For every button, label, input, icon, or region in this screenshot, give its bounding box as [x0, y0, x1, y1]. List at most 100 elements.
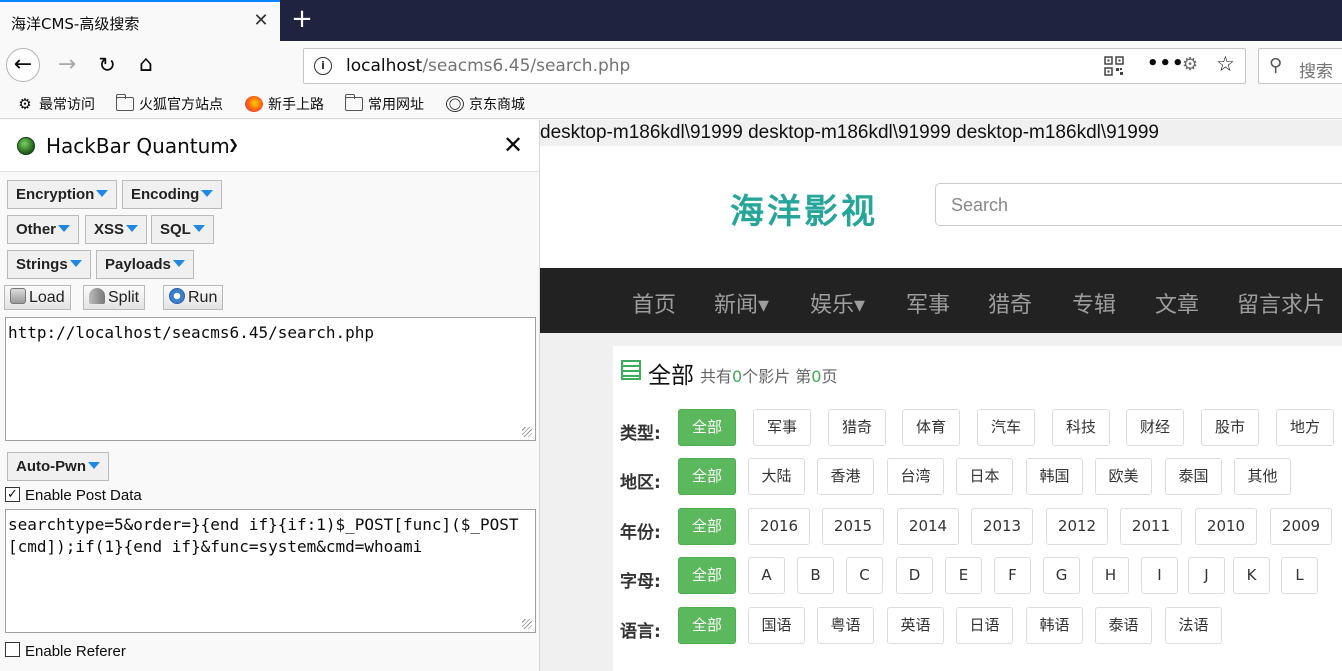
nav-military[interactable]: 军事	[906, 287, 950, 319]
hackbar-title[interactable]: HackBar Quantum	[46, 134, 230, 158]
post-data-textarea[interactable]: searchtype=5&order=}{end if}{if:1)$_POST…	[5, 509, 536, 633]
nav-entertainment[interactable]: 娱乐▾	[810, 287, 865, 319]
filter-language-option[interactable]: 国语	[748, 607, 805, 644]
qr-code-icon[interactable]	[1104, 56, 1124, 76]
nav-requests[interactable]: 留言求片	[1237, 287, 1325, 319]
browser-search-bar[interactable]: ⚲ 搜索	[1258, 48, 1342, 84]
split-button[interactable]: Split	[83, 285, 146, 310]
filter-letter-option[interactable]: F	[994, 557, 1031, 594]
filter-region-option[interactable]: 其他	[1234, 458, 1291, 495]
filter-letter-option[interactable]: D	[896, 557, 933, 594]
filter-language-option[interactable]: 泰语	[1095, 607, 1152, 644]
filter-letter-option[interactable]: L	[1281, 557, 1318, 594]
filter-region-option[interactable]: 日本	[956, 458, 1013, 495]
filter-language-option[interactable]: 法语	[1165, 607, 1222, 644]
filter-language-option[interactable]: 韩语	[1026, 607, 1083, 644]
home-button[interactable]: ⌂	[129, 48, 163, 82]
site-logo[interactable]: 海洋影视	[730, 184, 878, 233]
menu-sql[interactable]: SQL	[151, 215, 214, 244]
filter-type-option[interactable]: 科技	[1052, 409, 1110, 446]
resize-grip-icon[interactable]	[522, 427, 532, 437]
globe-icon: ◯	[446, 96, 464, 112]
menu-encryption[interactable]: Encryption	[7, 180, 118, 209]
filter-type-option[interactable]: 地方	[1276, 409, 1334, 446]
bookmark-common-sites[interactable]: 常用网址	[345, 94, 424, 114]
info-icon[interactable]: i	[314, 57, 332, 75]
filter-year-option[interactable]: 2014	[897, 508, 959, 545]
filter-type-option[interactable]: 汽车	[977, 409, 1035, 446]
filter-letter-option[interactable]: J	[1188, 557, 1225, 594]
browser-tab[interactable]: 海洋CMS-高级搜索 ✕	[0, 0, 280, 41]
filter-language-option[interactable]: 粤语	[817, 607, 874, 644]
filter-region-option[interactable]: 台湾	[887, 458, 944, 495]
bug-icon[interactable]: ⚙	[1182, 54, 1198, 75]
resize-grip-icon[interactable]	[522, 619, 532, 629]
filter-region-option[interactable]: 韩国	[1026, 458, 1083, 495]
menu-strings[interactable]: Strings	[7, 250, 91, 279]
filter-letter-option[interactable]: K	[1233, 557, 1270, 594]
filter-region-option[interactable]: 香港	[817, 458, 874, 495]
enable-referer-checkbox[interactable]	[5, 642, 20, 657]
menu-encoding[interactable]: Encoding	[122, 180, 223, 209]
filter-type-option[interactable]: 体育	[902, 409, 960, 446]
url-bar[interactable]: i localhost/seacms6.45/search.php ••• ⚙ …	[303, 48, 1246, 84]
filter-letter-option[interactable]: C	[846, 557, 883, 594]
menu-label: Auto-Pwn	[16, 458, 86, 475]
site-search-input[interactable]: Search	[935, 183, 1342, 226]
filter-year-all[interactable]: 全部	[678, 508, 736, 545]
close-tab-icon[interactable]: ✕	[248, 8, 274, 34]
bookmark-firefox-site[interactable]: 火狐官方站点	[116, 94, 223, 114]
forward-button[interactable]: →	[50, 48, 84, 82]
back-button[interactable]: ←	[6, 48, 40, 82]
filter-year-option[interactable]: 2012	[1046, 508, 1108, 545]
filter-letter-option[interactable]: A	[748, 557, 785, 594]
filter-region-option[interactable]: 泰国	[1165, 458, 1222, 495]
filter-type-option[interactable]: 猎奇	[828, 409, 886, 446]
bookmark-jd[interactable]: ◯ 京东商城	[446, 94, 525, 114]
filter-region-all[interactable]: 全部	[678, 458, 736, 495]
filter-type-option[interactable]: 财经	[1126, 409, 1184, 446]
filter-language-all[interactable]: 全部	[678, 607, 736, 644]
bookmark-star-icon[interactable]: ☆	[1216, 52, 1235, 76]
filter-region-option[interactable]: 欧美	[1095, 458, 1152, 495]
url-textarea[interactable]: http://localhost/seacms6.45/search.php	[5, 317, 536, 441]
filter-letter-option[interactable]: B	[797, 557, 834, 594]
menu-other[interactable]: Other	[7, 215, 80, 244]
filter-region-option[interactable]: 大陆	[748, 458, 805, 495]
filter-year-option[interactable]: 2016	[748, 508, 810, 545]
filter-year-option[interactable]: 2015	[822, 508, 884, 545]
url-text[interactable]: localhost/seacms6.45/search.php	[346, 56, 630, 76]
filter-letter-all[interactable]: 全部	[678, 557, 736, 594]
enable-post-checkbox[interactable]: ✓	[5, 487, 20, 502]
nav-articles[interactable]: 文章	[1155, 287, 1199, 319]
filter-letter-option[interactable]: G	[1043, 557, 1080, 594]
run-button[interactable]: Run	[163, 285, 224, 310]
filter-year-option[interactable]: 2010	[1195, 508, 1257, 545]
filter-language-option[interactable]: 日语	[956, 607, 1013, 644]
filter-type-option[interactable]: 股市	[1201, 409, 1259, 446]
chevron-down-icon[interactable]: ❯	[228, 138, 239, 153]
nav-curiosity[interactable]: 猎奇	[988, 287, 1032, 319]
reload-button[interactable]: ↻	[90, 48, 124, 82]
load-button[interactable]: Load	[4, 285, 71, 310]
nav-news[interactable]: 新闻▾	[714, 287, 769, 319]
more-actions-icon[interactable]: •••	[1147, 53, 1185, 74]
nav-albums[interactable]: 专辑	[1072, 287, 1116, 319]
filter-type-option[interactable]: 军事	[753, 409, 811, 446]
menu-xss[interactable]: XSS	[85, 215, 148, 244]
menu-auto-pwn[interactable]: Auto-Pwn	[7, 452, 109, 481]
filter-year-option[interactable]: 2011	[1120, 508, 1182, 545]
bookmark-most-visited[interactable]: ⚙ 最常访问	[16, 94, 95, 114]
filter-language-option[interactable]: 英语	[887, 607, 944, 644]
new-tab-button[interactable]: +	[288, 6, 316, 34]
nav-home[interactable]: 首页	[632, 287, 676, 319]
filter-letter-option[interactable]: I	[1141, 557, 1178, 594]
filter-year-option[interactable]: 2009	[1270, 508, 1332, 545]
close-icon[interactable]: ✕	[503, 131, 523, 159]
filter-type-all[interactable]: 全部	[678, 409, 736, 446]
filter-letter-option[interactable]: H	[1092, 557, 1129, 594]
filter-year-option[interactable]: 2013	[971, 508, 1033, 545]
menu-payloads[interactable]: Payloads	[96, 250, 194, 279]
filter-letter-option[interactable]: E	[945, 557, 982, 594]
bookmark-getting-started[interactable]: 新手上路	[245, 94, 324, 114]
